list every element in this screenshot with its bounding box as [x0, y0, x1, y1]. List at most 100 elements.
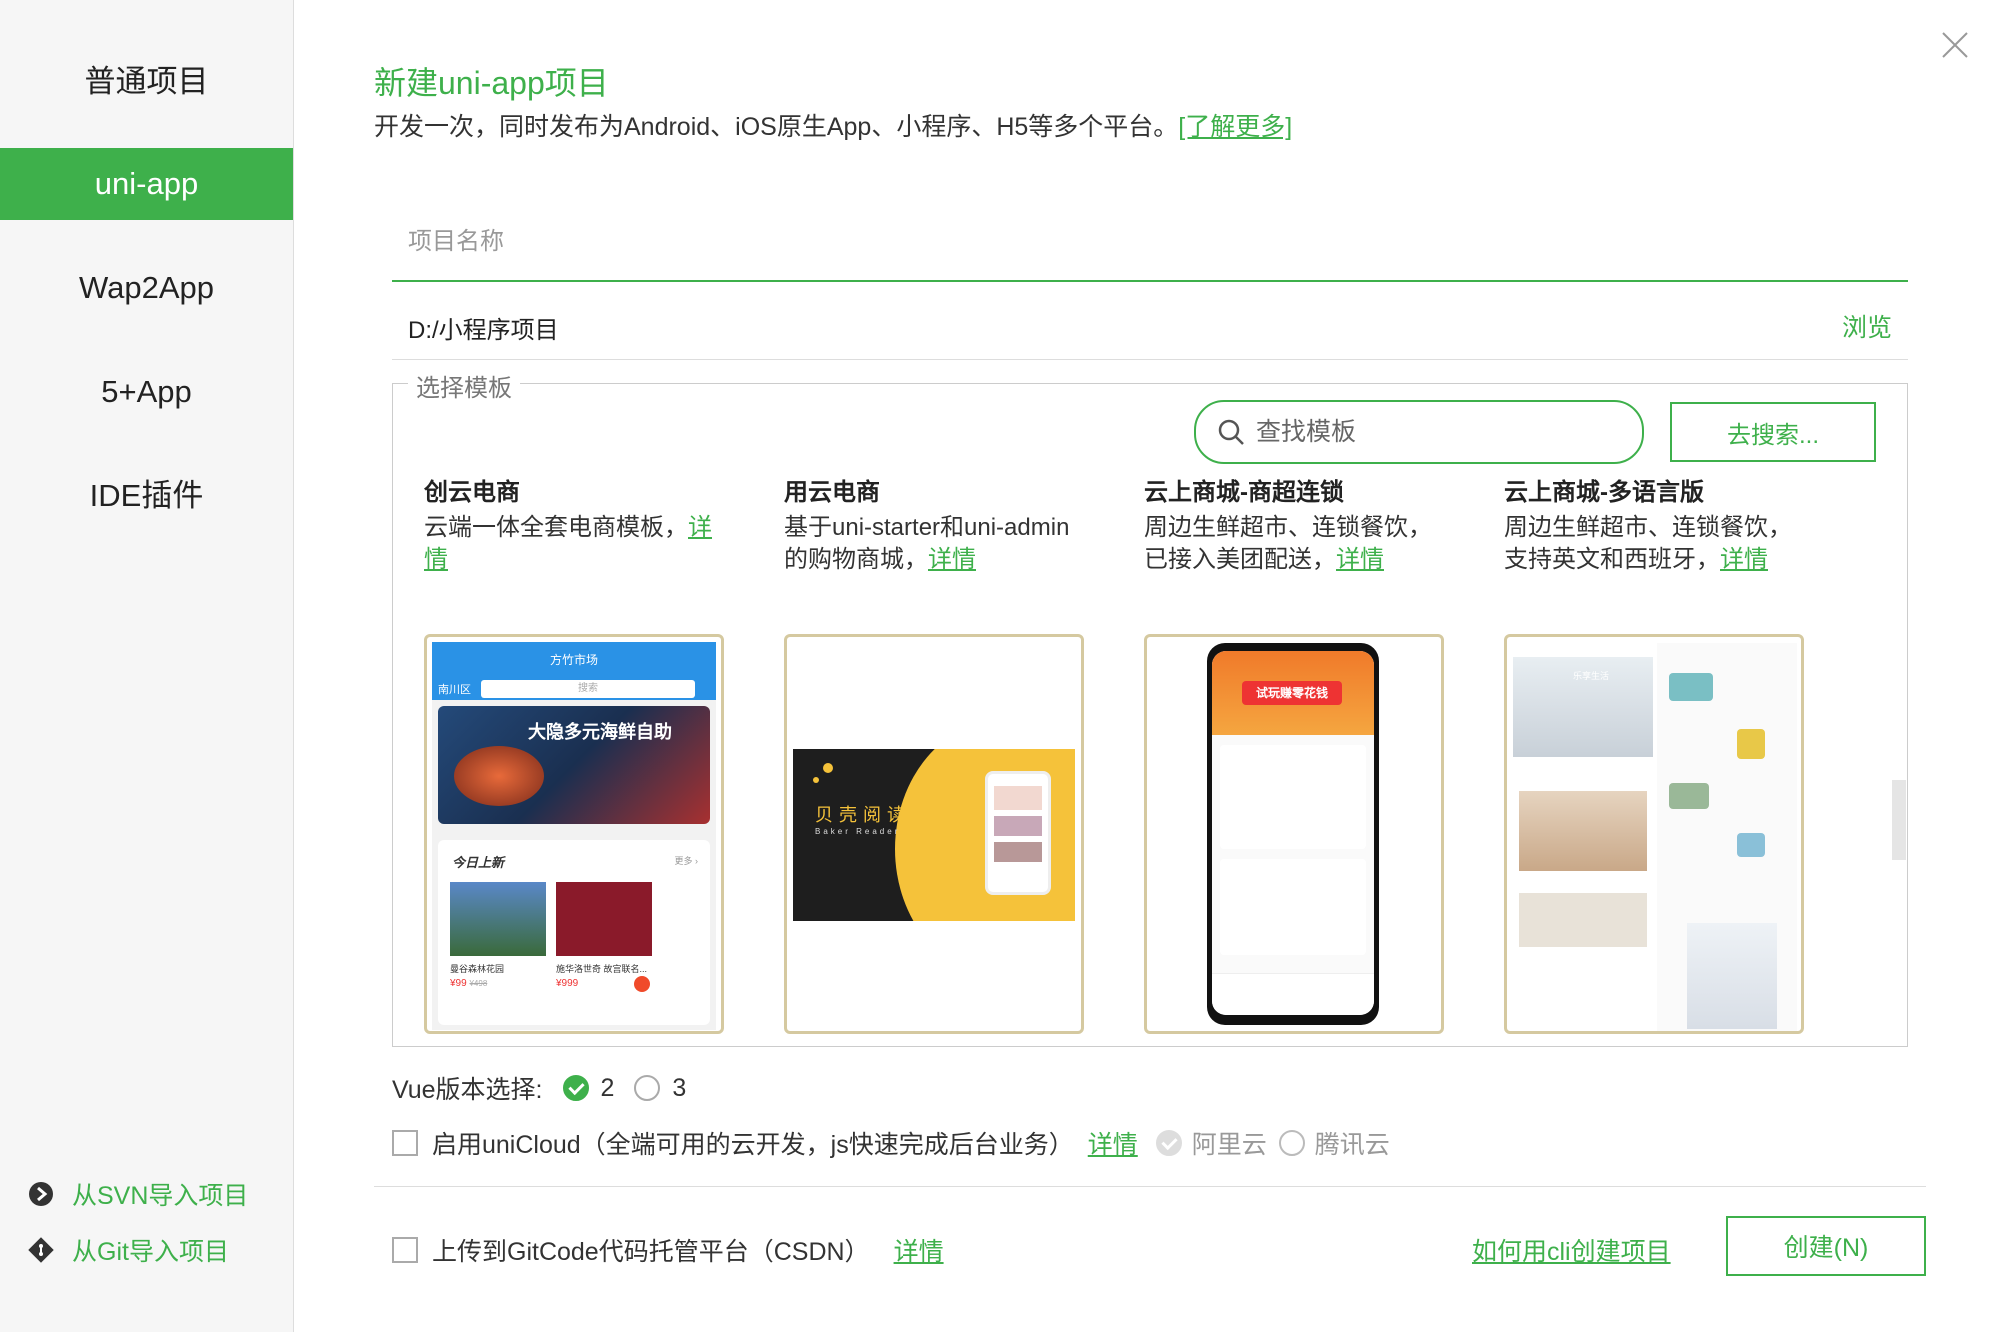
- multilang-right-panel: [1657, 643, 1797, 1031]
- template-card-chain-store[interactable]: 云上商城-商超连锁 周边生鲜超市、连锁餐饮，已接入美团配送，详情 试玩赚零花钱: [1144, 472, 1444, 1034]
- today-new-title: 今日上新: [452, 855, 505, 870]
- project-path-row: D:/小程序项目 浏览: [392, 288, 1908, 360]
- page-title: 新建uni-app项目: [374, 65, 609, 101]
- shop-banner: 大隐多元海鲜自助: [438, 706, 710, 824]
- vue2-radio[interactable]: [562, 1075, 589, 1101]
- gitcode-row: 上传到GitCode代码托管平台（CSDN） 详情: [392, 1232, 944, 1268]
- git-icon: [28, 1237, 54, 1263]
- multilang-left-panel: 乐享生活: [1513, 643, 1653, 1031]
- search-icon: [1218, 419, 1244, 445]
- chair-image: [1737, 729, 1765, 759]
- vue-version-row: Vue版本选择: 2 3: [392, 1070, 686, 1106]
- product-price-1: ¥99 ¥498: [450, 978, 488, 989]
- unicloud-label[interactable]: 启用uniCloud（全端可用的云开发，js快速完成后台业务）: [432, 1125, 1074, 1161]
- template-legend: 选择模板: [408, 368, 520, 403]
- dot-icon: [823, 763, 833, 773]
- sofa-image: [1669, 673, 1713, 701]
- import-svn-link[interactable]: 从SVN导入项目: [28, 1176, 248, 1212]
- phone-banner: [994, 786, 1042, 810]
- project-path[interactable]: D:/小程序项目: [408, 310, 559, 345]
- task-section: [1220, 745, 1366, 849]
- sidebar-item-normal-project[interactable]: 普通项目: [0, 46, 293, 118]
- phone-tabbar: [1212, 973, 1374, 1015]
- dot-icon: [813, 777, 819, 783]
- template-card-title: 云上商城-商超连锁: [1144, 479, 1344, 506]
- template-card-multilang[interactable]: 云上商城-多语言版 周边生鲜超市、连锁餐饮，支持英文和西班牙，详情 乐享生活: [1504, 472, 1804, 1034]
- reader-phone: [985, 771, 1051, 895]
- template-search-input[interactable]: [1256, 417, 1626, 447]
- shop-preview-screen: 方竹市场 南川区 搜索 大隐多元海鲜自助 今日上新 更多 › 曼谷森林花园 施华…: [432, 642, 716, 1030]
- aliyun-label: 阿里云: [1191, 1131, 1267, 1159]
- sidebar-item-5plus-app[interactable]: 5+App: [0, 356, 293, 428]
- template-card-desc: 云端一体全套电商模板，详情: [424, 512, 724, 584]
- create-button[interactable]: 创建(N): [1726, 1216, 1926, 1276]
- gitcode-label[interactable]: 上传到GitCode代码托管平台（CSDN）: [432, 1232, 870, 1268]
- gitcode-checkbox[interactable]: [392, 1237, 418, 1263]
- import-git-link[interactable]: 从Git导入项目: [28, 1232, 229, 1268]
- template-desc-text: 周边生鲜超市、连锁餐饮，已接入美团配送，: [1144, 514, 1432, 573]
- template-detail-link[interactable]: 详情: [1720, 546, 1768, 573]
- product-name-2: 施华洛世奇 故宫联名...: [556, 964, 648, 974]
- phone-book-row: [994, 816, 1042, 836]
- aliyun-radio: [1155, 1130, 1182, 1156]
- import-svn-label: 从SVN导入项目: [72, 1182, 249, 1210]
- template-card-desc: 基于uni-starter和uni-admin的购物商城，详情: [784, 512, 1084, 584]
- template-preview-image[interactable]: 试玩赚零花钱: [1144, 634, 1444, 1034]
- seafood-shape: [454, 746, 544, 806]
- template-preview-image[interactable]: 乐享生活: [1504, 634, 1804, 1034]
- shop-region: 南川区: [438, 684, 471, 696]
- close-icon[interactable]: [1940, 30, 1970, 60]
- unicloud-checkbox[interactable]: [392, 1130, 418, 1156]
- reader-preview: 贝壳阅读 Baker Reader: [793, 749, 1075, 921]
- room-image: [1519, 893, 1647, 947]
- chair-image: [1737, 833, 1765, 857]
- tencent-label: 腾讯云: [1314, 1131, 1390, 1159]
- sidebar-item-uni-app[interactable]: uni-app: [0, 148, 293, 220]
- unicloud-row: 启用uniCloud（全端可用的云开发，js快速完成后台业务） 详情 阿里云 腾…: [392, 1125, 1390, 1161]
- template-search-button[interactable]: 去搜索...: [1670, 402, 1876, 462]
- shop-new-section: 今日上新 更多 › 曼谷森林花园 施华洛世奇 故宫联名... ¥99 ¥498 …: [438, 840, 710, 1025]
- sidebar: 普通项目 uni-app Wap2App 5+App IDE插件 从SVN导入项…: [0, 0, 294, 1332]
- learn-more-link[interactable]: [了解更多]: [1178, 113, 1292, 141]
- import-git-label: 从Git导入项目: [72, 1238, 229, 1266]
- template-card-chuangyun[interactable]: 创云电商 云端一体全套电商模板，详情 方竹市场 南川区 搜索 大隐多元海鲜自助 …: [424, 472, 724, 1034]
- multilang-banner: 乐享生活: [1513, 657, 1653, 757]
- phone-frame: 试玩赚零花钱: [1207, 643, 1379, 1025]
- project-name-input[interactable]: [392, 204, 1908, 280]
- shop-banner-text: 大隐多元海鲜自助: [528, 722, 672, 742]
- template-card-title: 用云电商: [784, 479, 880, 506]
- browse-button[interactable]: 浏览: [1842, 308, 1892, 344]
- template-preview-image[interactable]: 贝壳阅读 Baker Reader: [784, 634, 1084, 1034]
- project-name-field: [392, 204, 1908, 282]
- chain-banner-text: 试玩赚零花钱: [1242, 681, 1342, 705]
- template-card-yongyun[interactable]: 用云电商 基于uni-starter和uni-admin的购物商城，详情 贝壳阅…: [784, 472, 1084, 1034]
- gitcode-detail-link[interactable]: 详情: [894, 1232, 944, 1268]
- vue3-radio[interactable]: [634, 1075, 661, 1101]
- vue2-label[interactable]: 2: [601, 1074, 615, 1103]
- template-desc-text: 基于uni-starter和uni-admin的购物商城，: [784, 514, 1070, 573]
- vue-version-label: Vue版本选择:: [392, 1076, 543, 1104]
- template-detail-link[interactable]: 详情: [1336, 546, 1384, 573]
- chain-banner: 试玩赚零花钱: [1212, 651, 1374, 735]
- template-card-desc: 周边生鲜超市、连锁餐饮，已接入美团配送，详情: [1144, 512, 1444, 584]
- template-desc-text: 云端一体全套电商模板，: [424, 514, 688, 541]
- divider: [374, 1186, 1926, 1187]
- template-scrollbar[interactable]: [1892, 780, 1906, 860]
- sidebar-item-wap2app[interactable]: Wap2App: [0, 252, 293, 324]
- vue3-label[interactable]: 3: [672, 1074, 686, 1103]
- reader-name: 贝壳阅读: [815, 805, 911, 825]
- shop-search: 搜索: [481, 680, 695, 698]
- phone-screen: 试玩赚零花钱: [1212, 651, 1374, 1015]
- model-photo: [1687, 923, 1777, 1029]
- template-detail-link[interactable]: 详情: [928, 546, 976, 573]
- unicloud-detail-link[interactable]: 详情: [1088, 1125, 1138, 1161]
- product-price-2: ¥999: [556, 978, 579, 989]
- cli-create-link[interactable]: 如何用cli创建项目: [1472, 1232, 1671, 1268]
- add-cart-icon: [634, 976, 650, 992]
- template-preview-image[interactable]: 方竹市场 南川区 搜索 大隐多元海鲜自助 今日上新 更多 › 曼谷森林花园 施华…: [424, 634, 724, 1034]
- sidebar-item-ide-plugin[interactable]: IDE插件: [0, 460, 293, 532]
- multilang-banner-text: 乐享生活: [1573, 671, 1610, 681]
- template-card-title: 云上商城-多语言版: [1504, 479, 1704, 506]
- tencent-radio: [1278, 1130, 1305, 1156]
- phone-book-row: [994, 842, 1042, 862]
